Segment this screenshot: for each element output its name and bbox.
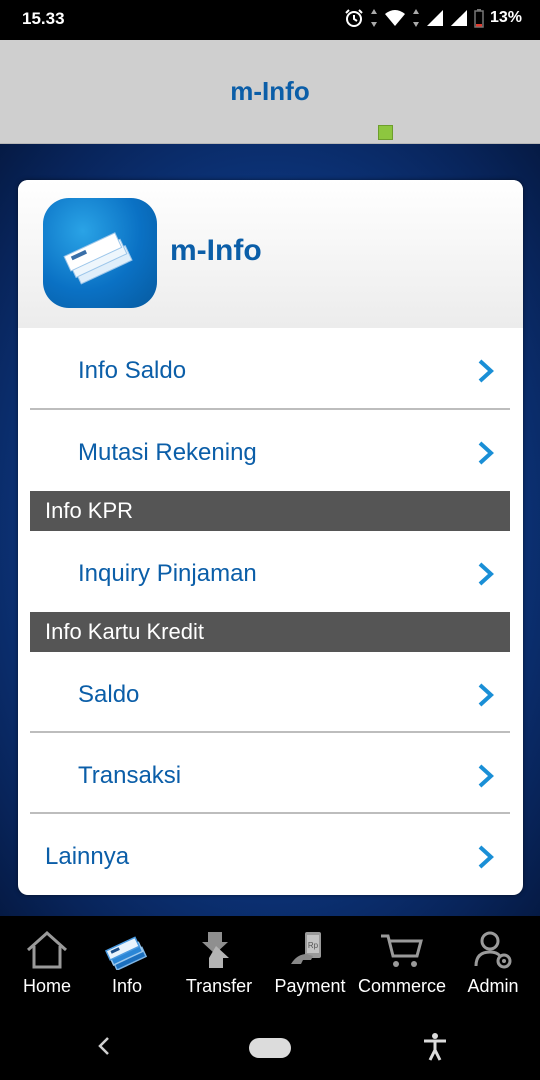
- card-header: m-Info: [18, 180, 523, 328]
- menu-item-label: Transaksi: [78, 762, 182, 789]
- page-title: m-Info: [230, 76, 310, 106]
- accessibility-icon[interactable]: [422, 1032, 448, 1062]
- section-header-info-kartu-kredit: Info Kartu Kredit: [30, 612, 510, 652]
- divider: [30, 408, 510, 410]
- chevron-right-icon: [478, 683, 494, 707]
- card-title: m-Info: [170, 234, 262, 267]
- chevron-right-icon: [478, 562, 494, 586]
- nav-label: Commerce: [357, 976, 446, 996]
- admin-icon: [474, 931, 512, 969]
- nav-item-transfer[interactable]: Transfer: [174, 930, 264, 1014]
- status-time: 15.33: [22, 9, 65, 28]
- transfer-icon: [202, 932, 229, 968]
- nav-label: Admin: [467, 976, 519, 996]
- menu-item-mutasi-rekening[interactable]: Mutasi Rekening: [30, 412, 510, 492]
- back-icon[interactable]: [94, 1034, 114, 1058]
- menu-item-transaksi[interactable]: Transaksi: [30, 735, 510, 815]
- m-info-logo: [43, 198, 157, 308]
- menu-item-label: Inquiry Pinjaman: [78, 560, 257, 587]
- alarm-icon: [345, 9, 363, 27]
- app-header: m-Info: [0, 40, 540, 144]
- menu-item-label: Saldo: [78, 681, 140, 708]
- nav-item-payment[interactable]: Rp Payment: [265, 930, 355, 1014]
- payment-icon: Rp: [291, 932, 321, 964]
- wifi-icon: [384, 10, 405, 26]
- bottom-navigation: Home Info Transfer Rp Payment Commerce A…: [0, 916, 540, 1016]
- nav-item-home[interactable]: Home: [2, 930, 92, 1014]
- home-icon: [26, 930, 68, 969]
- nav-item-commerce[interactable]: Commerce: [357, 930, 447, 1014]
- nav-label: Info: [111, 976, 143, 996]
- info-cards-icon: [104, 936, 148, 970]
- status-icons: 13%: [344, 8, 522, 28]
- chevron-right-icon: [478, 359, 494, 383]
- battery-percentage: 13%: [489, 9, 522, 26]
- menu-item-lainnya[interactable]: Lainnya: [30, 816, 510, 895]
- menu-item-label: Info Saldo: [78, 357, 187, 384]
- home-gesture-pill[interactable]: [249, 1038, 291, 1058]
- nav-label: Home: [22, 976, 71, 996]
- cards-icon: [63, 232, 133, 285]
- divider: [30, 812, 510, 814]
- status-bar: 15.33 13%: [0, 0, 540, 40]
- menu-item-label: Lainnya: [45, 843, 130, 870]
- chevron-right-icon: [478, 441, 494, 465]
- nav-item-info[interactable]: Info: [82, 930, 172, 1014]
- menu-card: m-Info Info Saldo Mutasi Rekening Info K…: [18, 180, 523, 895]
- menu-item-saldo[interactable]: Saldo: [30, 654, 510, 734]
- data-arrows-icon: [412, 9, 419, 27]
- cart-icon: [381, 934, 423, 967]
- data-arrows-icon: [370, 9, 377, 27]
- section-header-info-kpr: Info KPR: [30, 491, 510, 531]
- nav-label: Payment: [274, 976, 346, 996]
- menu-item-inquiry-pinjaman[interactable]: Inquiry Pinjaman: [30, 533, 510, 613]
- chevron-right-icon: [478, 845, 494, 869]
- signal-icon: [426, 10, 443, 26]
- nav-item-admin[interactable]: Admin: [448, 930, 538, 1014]
- battery-icon: [474, 9, 484, 28]
- system-navigation-bar: [0, 1016, 540, 1080]
- divider: [30, 731, 510, 733]
- svg-text:Rp: Rp: [308, 941, 319, 950]
- signal-icon: [450, 10, 467, 26]
- nav-label: Transfer: [185, 976, 253, 996]
- menu-item-info-saldo[interactable]: Info Saldo: [30, 330, 510, 410]
- menu-item-label: Mutasi Rekening: [78, 439, 257, 466]
- connection-status-indicator: [378, 125, 393, 140]
- chevron-right-icon: [478, 764, 494, 788]
